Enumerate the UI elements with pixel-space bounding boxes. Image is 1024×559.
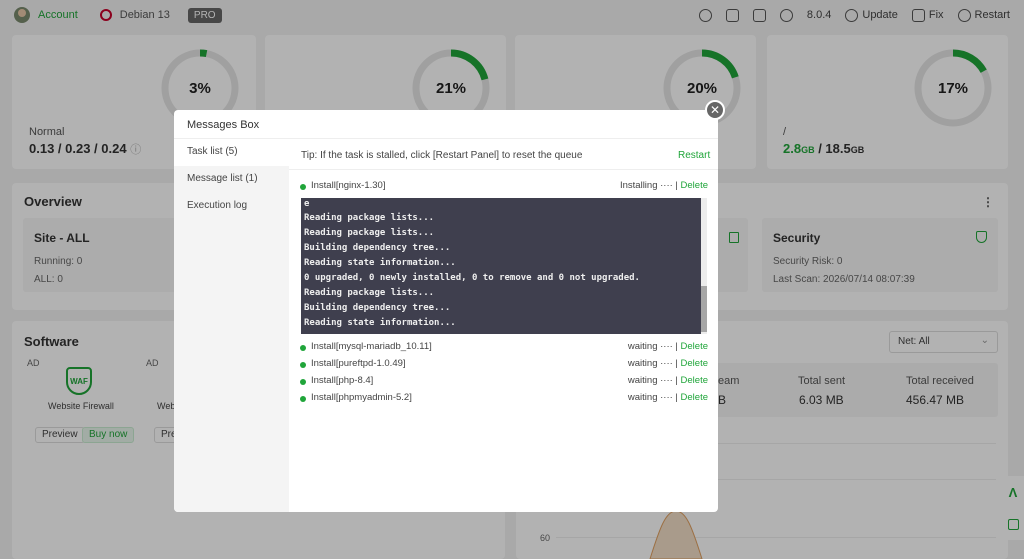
delete-task-button[interactable]: Delete <box>681 375 708 386</box>
close-icon[interactable]: ✕ <box>705 100 725 120</box>
restart-panel-link[interactable]: Restart <box>678 150 710 161</box>
task-name: Install[nginx-1.30] <box>311 180 386 191</box>
status-dot <box>300 184 306 190</box>
install-console[interactable]: e Reading package lists... Reading packa… <box>301 198 707 334</box>
console-line: e <box>304 199 310 209</box>
tab-message-list[interactable]: Message list (1) <box>174 166 289 193</box>
modal-sidebar: Task list (5) Message list (1) Execution… <box>174 139 289 512</box>
task-name: Install[php-8.4] <box>311 375 374 386</box>
task-status-text: Installing ···· | <box>619 180 681 191</box>
task-status-text: waiting ···· | <box>627 358 681 369</box>
console-line: Reading state information... <box>304 318 456 328</box>
task-name: Install[pureftpd-1.0.49] <box>311 358 406 369</box>
divider <box>289 169 718 170</box>
stall-tip: Tip: If the task is stalled, click [Rest… <box>301 150 583 161</box>
modal-title: Messages Box <box>187 119 260 131</box>
delete-task-button[interactable]: Delete <box>681 392 708 403</box>
console-scrollbar-thumb[interactable] <box>701 286 707 332</box>
tab-execution-log[interactable]: Execution log <box>174 193 289 220</box>
task-status: waiting ···· | Delete <box>628 392 708 403</box>
messages-box-modal: Messages Box Task list (5) Message list … <box>174 110 718 512</box>
delete-task-button[interactable]: Delete <box>681 358 708 369</box>
task-status: waiting ···· | Delete <box>628 358 708 369</box>
task-name: Install[mysql-mariadb_10.11] <box>311 341 432 352</box>
task-status-text: waiting ···· | <box>627 375 681 386</box>
delete-task-button[interactable]: Delete <box>681 341 708 352</box>
task-row-current: Install[nginx-1.30] Installing ···· | De… <box>300 180 708 194</box>
console-line: Reading package lists... <box>304 228 435 238</box>
status-dot <box>300 345 306 351</box>
task-name: Install[phpmyadmin-5.2] <box>311 392 412 403</box>
task-row: Install[phpmyadmin-5.2] waiting ···· | D… <box>300 392 708 406</box>
delete-task-button[interactable]: Delete <box>681 180 708 191</box>
task-status-text: waiting ···· | <box>627 341 681 352</box>
task-status: Installing ···· | Delete <box>620 180 708 191</box>
task-row: Install[mysql-mariadb_10.11] waiting ···… <box>300 341 708 355</box>
task-status: waiting ···· | Delete <box>628 341 708 352</box>
console-line: Reading state information... <box>304 258 456 268</box>
task-status: waiting ···· | Delete <box>628 375 708 386</box>
tab-task-list[interactable]: Task list (5) <box>174 139 289 166</box>
task-row: Install[pureftpd-1.0.49] waiting ···· | … <box>300 358 708 372</box>
console-line: Reading package lists... <box>304 288 435 298</box>
task-row: Install[php-8.4] waiting ···· | Delete <box>300 375 708 389</box>
status-dot <box>300 379 306 385</box>
console-line: Reading package lists... <box>304 213 435 223</box>
console-line: Building dependency tree... <box>304 243 451 253</box>
status-dot <box>300 362 306 368</box>
task-status-text: waiting ···· | <box>627 392 681 403</box>
console-line: 0 upgraded, 0 newly installed, 0 to remo… <box>304 273 640 283</box>
console-line: Building dependency tree... <box>304 303 451 313</box>
status-dot <box>300 396 306 402</box>
